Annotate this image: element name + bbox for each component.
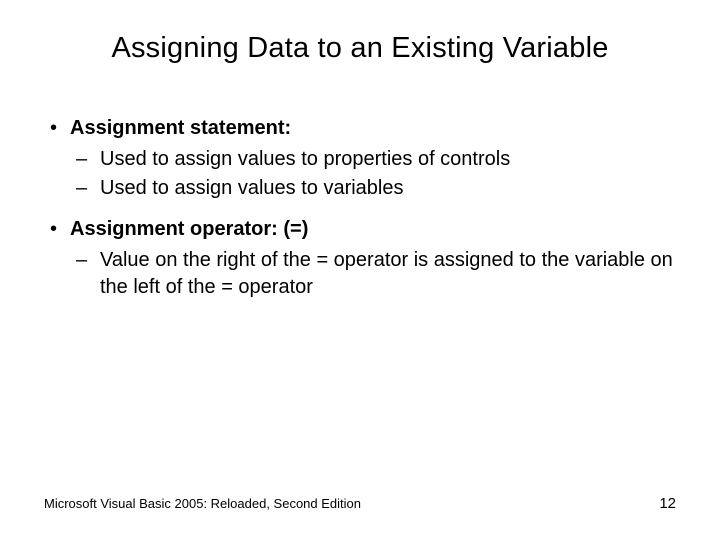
sub-bullet: Value on the right of the = operator is … <box>100 247 676 301</box>
sub-bullet-list: Value on the right of the = operator is … <box>70 247 676 301</box>
slide-title: Assigning Data to an Existing Variable <box>44 32 676 65</box>
slide: Assigning Data to an Existing Variable A… <box>0 0 720 540</box>
page-number: 12 <box>659 495 676 512</box>
bullet-assignment-statement: Assignment statement: Used to assign val… <box>70 115 676 202</box>
bullet-list: Assignment statement: Used to assign val… <box>44 115 676 301</box>
bullet-label: Assignment operator: (=) <box>70 218 308 240</box>
sub-bullet-list: Used to assign values to properties of c… <box>70 146 676 202</box>
sub-bullet: Used to assign values to properties of c… <box>100 146 676 173</box>
bullet-assignment-operator: Assignment operator: (=) Value on the ri… <box>70 216 676 301</box>
footer: Microsoft Visual Basic 2005: Reloaded, S… <box>44 495 676 512</box>
bullet-label: Assignment statement: <box>70 117 291 139</box>
sub-bullet: Used to assign values to variables <box>100 175 676 202</box>
footer-source: Microsoft Visual Basic 2005: Reloaded, S… <box>44 496 361 511</box>
